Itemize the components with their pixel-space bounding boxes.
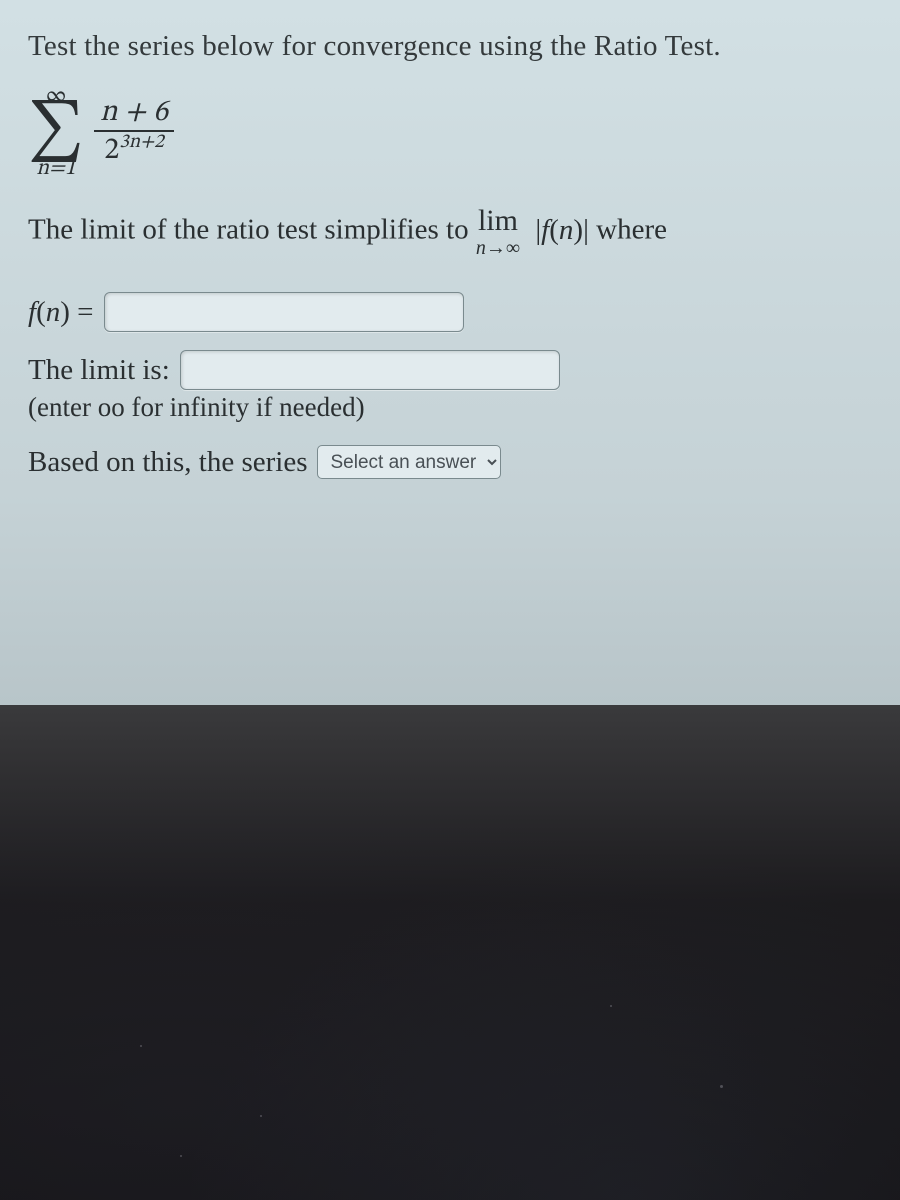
convergence-select[interactable]: Select an answer xyxy=(317,445,501,479)
lim-subscript: n→∞ xyxy=(476,238,520,258)
abs-fn-expr: |f(n)| xyxy=(535,214,596,246)
fn-input-row: f(n) = xyxy=(28,292,872,332)
explain-prefix: The limit of the ratio test simplifies t… xyxy=(28,214,476,246)
explain-suffix: where xyxy=(596,214,667,246)
conclusion-label: Based on this, the series xyxy=(28,446,307,479)
fraction-denominator: 23n+2 xyxy=(98,132,169,168)
series-term-fraction: n + 6 23n+2 xyxy=(94,97,174,168)
limit-input-row: The limit is: xyxy=(28,350,872,390)
conclusion-row: Based on this, the series Select an answ… xyxy=(28,445,872,479)
screenshot-root: Test the series below for convergence us… xyxy=(0,0,900,1200)
fn-label-close: ) xyxy=(60,296,70,328)
fn-arg: n xyxy=(559,214,574,246)
ratio-limit-sentence: The limit of the ratio test simplifies t… xyxy=(28,206,872,258)
denom-exponent: 3n+2 xyxy=(119,132,164,152)
fn-label-open: ( xyxy=(36,296,46,328)
infinity-hint: (enter oo for infinity if needed) xyxy=(28,392,872,423)
series-expression: ∞ ∑ n=1 n + 6 23n+2 xyxy=(28,85,872,180)
infinity-icon: ∞ xyxy=(506,237,520,259)
lim-var: n xyxy=(476,237,486,259)
fn-label-f: f xyxy=(28,296,36,328)
sum-lower-bound: n=1 xyxy=(36,158,75,180)
limit-input[interactable] xyxy=(180,350,560,390)
limit-label: The limit is: xyxy=(28,354,170,387)
fn-label: f(n) = xyxy=(28,296,94,329)
limit-notation: lim n→∞ xyxy=(476,206,520,258)
paren-close: ) xyxy=(573,214,583,246)
abs-close: | xyxy=(583,214,589,246)
problem-panel: Test the series below for convergence us… xyxy=(0,0,900,705)
fn-letter: f xyxy=(541,214,549,246)
fraction-numerator: n + 6 xyxy=(94,97,174,130)
desk-surface xyxy=(0,705,900,1200)
fn-input[interactable] xyxy=(104,292,464,332)
summation-symbol: ∞ ∑ n=1 xyxy=(28,85,84,180)
instruction-text: Test the series below for convergence us… xyxy=(28,30,872,63)
sigma-icon: ∑ xyxy=(28,107,84,158)
arrow-icon: → xyxy=(486,237,506,259)
fn-label-var: n xyxy=(46,296,61,328)
lim-text: lim xyxy=(478,206,518,236)
denom-base: 2 xyxy=(104,136,119,166)
paren-open: ( xyxy=(549,214,559,246)
fn-label-eq: = xyxy=(70,296,94,328)
